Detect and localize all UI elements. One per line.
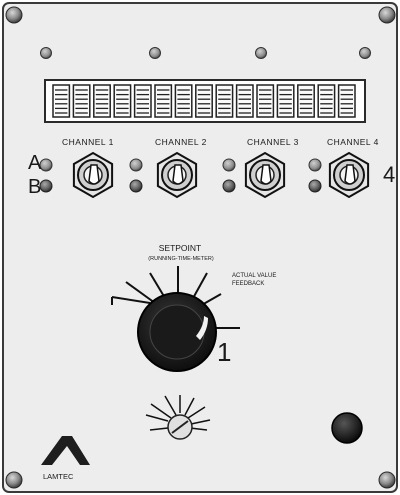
status-led xyxy=(149,47,161,59)
display-character xyxy=(113,84,132,118)
actual-value-line1: ACTUAL VALUE xyxy=(232,273,277,279)
actual-value-line2: FEEDBACK xyxy=(232,281,265,287)
channel-2-led-a xyxy=(129,158,143,172)
channel-4-led-b xyxy=(308,179,322,193)
corner-screw xyxy=(378,471,396,489)
display-character xyxy=(215,84,234,118)
corner-screw xyxy=(378,6,396,24)
channel-3-toggle[interactable] xyxy=(244,151,286,199)
display-character xyxy=(52,84,71,118)
display-segments xyxy=(52,84,356,118)
display-character xyxy=(276,84,295,118)
display-character xyxy=(72,84,91,118)
channel-1-led-b xyxy=(39,179,53,193)
status-led xyxy=(40,47,52,59)
channel-3-led-b xyxy=(222,179,236,193)
channel-2-label: CHANNEL 2 xyxy=(155,137,207,147)
display-character xyxy=(317,84,336,118)
channel-1-led-a xyxy=(39,158,53,172)
status-led xyxy=(359,47,371,59)
channel-1-toggle[interactable] xyxy=(72,151,114,199)
channel-1-label: CHANNEL 1 xyxy=(62,137,114,147)
display-character xyxy=(154,84,173,118)
display-character xyxy=(93,84,111,118)
display-character xyxy=(235,84,254,118)
display-character xyxy=(174,84,193,118)
channel-2-toggle[interactable] xyxy=(156,151,198,199)
corner-screw xyxy=(5,6,23,24)
display-character xyxy=(195,84,213,118)
switch-a-label: A xyxy=(28,152,42,174)
switch-b-label: B xyxy=(28,176,42,198)
display-character xyxy=(256,84,275,118)
selector-number: 1 xyxy=(217,337,232,367)
channel-4-toggle[interactable] xyxy=(328,151,370,199)
channel-3-led-a xyxy=(222,158,236,172)
channel-3-label: CHANNEL 3 xyxy=(247,137,299,147)
toggle-lever xyxy=(344,164,356,185)
display-character xyxy=(337,84,356,118)
toggle-lever xyxy=(260,164,272,185)
brand-label: LAMTEC xyxy=(43,472,74,481)
push-button[interactable] xyxy=(331,412,363,444)
toggle-lever xyxy=(88,164,100,185)
toggle-lever xyxy=(172,164,184,185)
channel-4-number: 4 xyxy=(383,162,396,187)
channel-2-led-b xyxy=(129,179,143,193)
corner-screw xyxy=(5,471,23,489)
setpoint-knob-cap xyxy=(149,304,205,360)
channel-4-led-a xyxy=(308,158,322,172)
setpoint-title: SETPOINT xyxy=(158,243,202,253)
setpoint-subtitle: (RUNNING-TIME-METER) xyxy=(148,256,214,262)
channel-4-label: CHANNEL 4 xyxy=(327,137,379,147)
display-character xyxy=(297,84,315,118)
status-led xyxy=(255,47,267,59)
actual-value-label: ACTUAL VALUE FEEDBACK xyxy=(232,272,276,288)
display-character xyxy=(133,84,152,118)
